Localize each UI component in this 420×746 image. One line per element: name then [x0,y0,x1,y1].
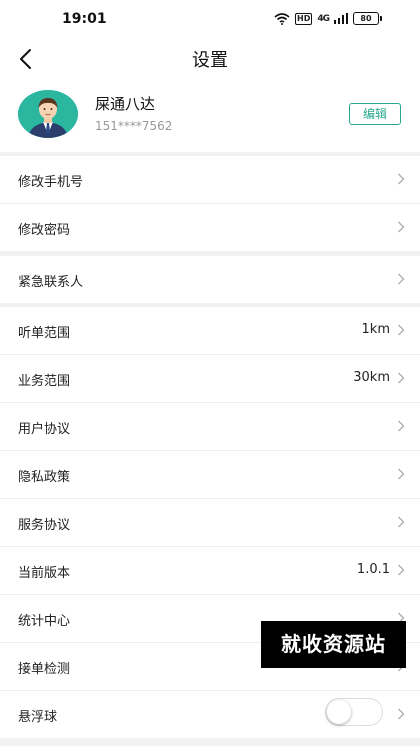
profile-card: 屎通八达 151****7562 编辑 [0,76,420,152]
settings-item-change-password[interactable]: 修改密码 [0,204,420,251]
settings-item-business-range[interactable]: 业务范围 30km [0,355,420,403]
settings-item-label: 悬浮球 [18,710,58,725]
floating-ball-toggle[interactable] [325,698,383,726]
settings-item-privacy-policy[interactable]: 隐私政策 [0,451,420,499]
settings-item-label: 修改手机号 [18,175,84,190]
network-type-label: 4G [317,13,330,24]
chevron-right-icon [398,516,405,528]
chevron-right-icon [398,324,405,336]
wifi-icon [274,12,290,25]
chevron-right-icon [398,221,405,233]
user-name: 屎通八达 [95,95,156,113]
status-time: 19:01 [62,11,107,27]
chevron-right-icon [398,468,405,480]
settings-item-label: 紧急联系人 [18,275,84,290]
settings-item-change-phone[interactable]: 修改手机号 [0,156,420,204]
settings-group-emergency: 紧急联系人 [0,256,420,303]
chevron-right-icon [398,708,405,720]
settings-item-user-agreement[interactable]: 用户协议 [0,403,420,451]
settings-item-label: 服务协议 [18,518,71,533]
settings-item-value: 30km [353,370,390,385]
settings-item-label: 修改密码 [18,223,71,238]
page-title: 设置 [192,50,228,71]
settings-item-emergency-contact[interactable]: 紧急联系人 [0,256,420,303]
settings-item-service-agreement[interactable]: 服务协议 [0,499,420,547]
watermark-overlay: 就收资源站 [261,621,406,668]
settings-item-label: 当前版本 [18,566,71,581]
chevron-right-icon [398,372,405,384]
settings-item-order-range[interactable]: 听单范围 1km [0,307,420,355]
settings-item-value: 1.0.1 [356,562,390,577]
chevron-right-icon [398,273,405,285]
settings-item-label: 隐私政策 [18,470,71,485]
settings-item-label: 接单检测 [18,662,71,677]
settings-item-label: 业务范围 [18,374,71,389]
settings-item-label: 听单范围 [18,326,71,341]
user-phone: 151****7562 [95,119,173,133]
chevron-right-icon [398,420,405,432]
avatar [18,90,78,138]
chevron-right-icon [398,564,405,576]
status-bar: 19:01 HD 4G 80 [0,0,420,40]
settings-group-account: 修改手机号 修改密码 [0,156,420,251]
settings-item-value: 1km [361,322,390,337]
settings-item-label: 统计中心 [18,614,71,629]
toggle-knob [327,700,351,724]
status-icons: HD 4G 80 [274,12,382,25]
signal-icon [334,13,348,24]
settings-item-floating-ball[interactable]: 悬浮球 [0,691,420,738]
chevron-right-icon [398,173,405,185]
settings-group-service: 听单范围 1km 业务范围 30km 用户协议 隐私政策 服务协议 当前版本 1… [0,307,420,738]
settings-item-current-version[interactable]: 当前版本 1.0.1 [0,547,420,595]
battery-icon: 80 [353,12,382,25]
hd-badge: HD [295,12,313,25]
nav-bar: 设置 [0,40,420,76]
battery-level: 80 [353,12,379,25]
settings-item-label: 用户协议 [18,422,71,437]
edit-profile-button[interactable]: 编辑 [349,103,401,125]
